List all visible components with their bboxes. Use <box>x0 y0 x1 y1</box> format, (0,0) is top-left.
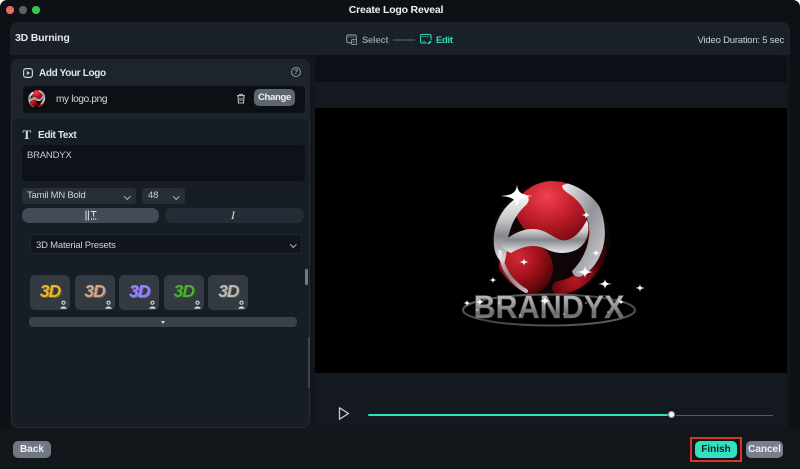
svg-text:BRANDYX: BRANDYX <box>474 289 626 325</box>
